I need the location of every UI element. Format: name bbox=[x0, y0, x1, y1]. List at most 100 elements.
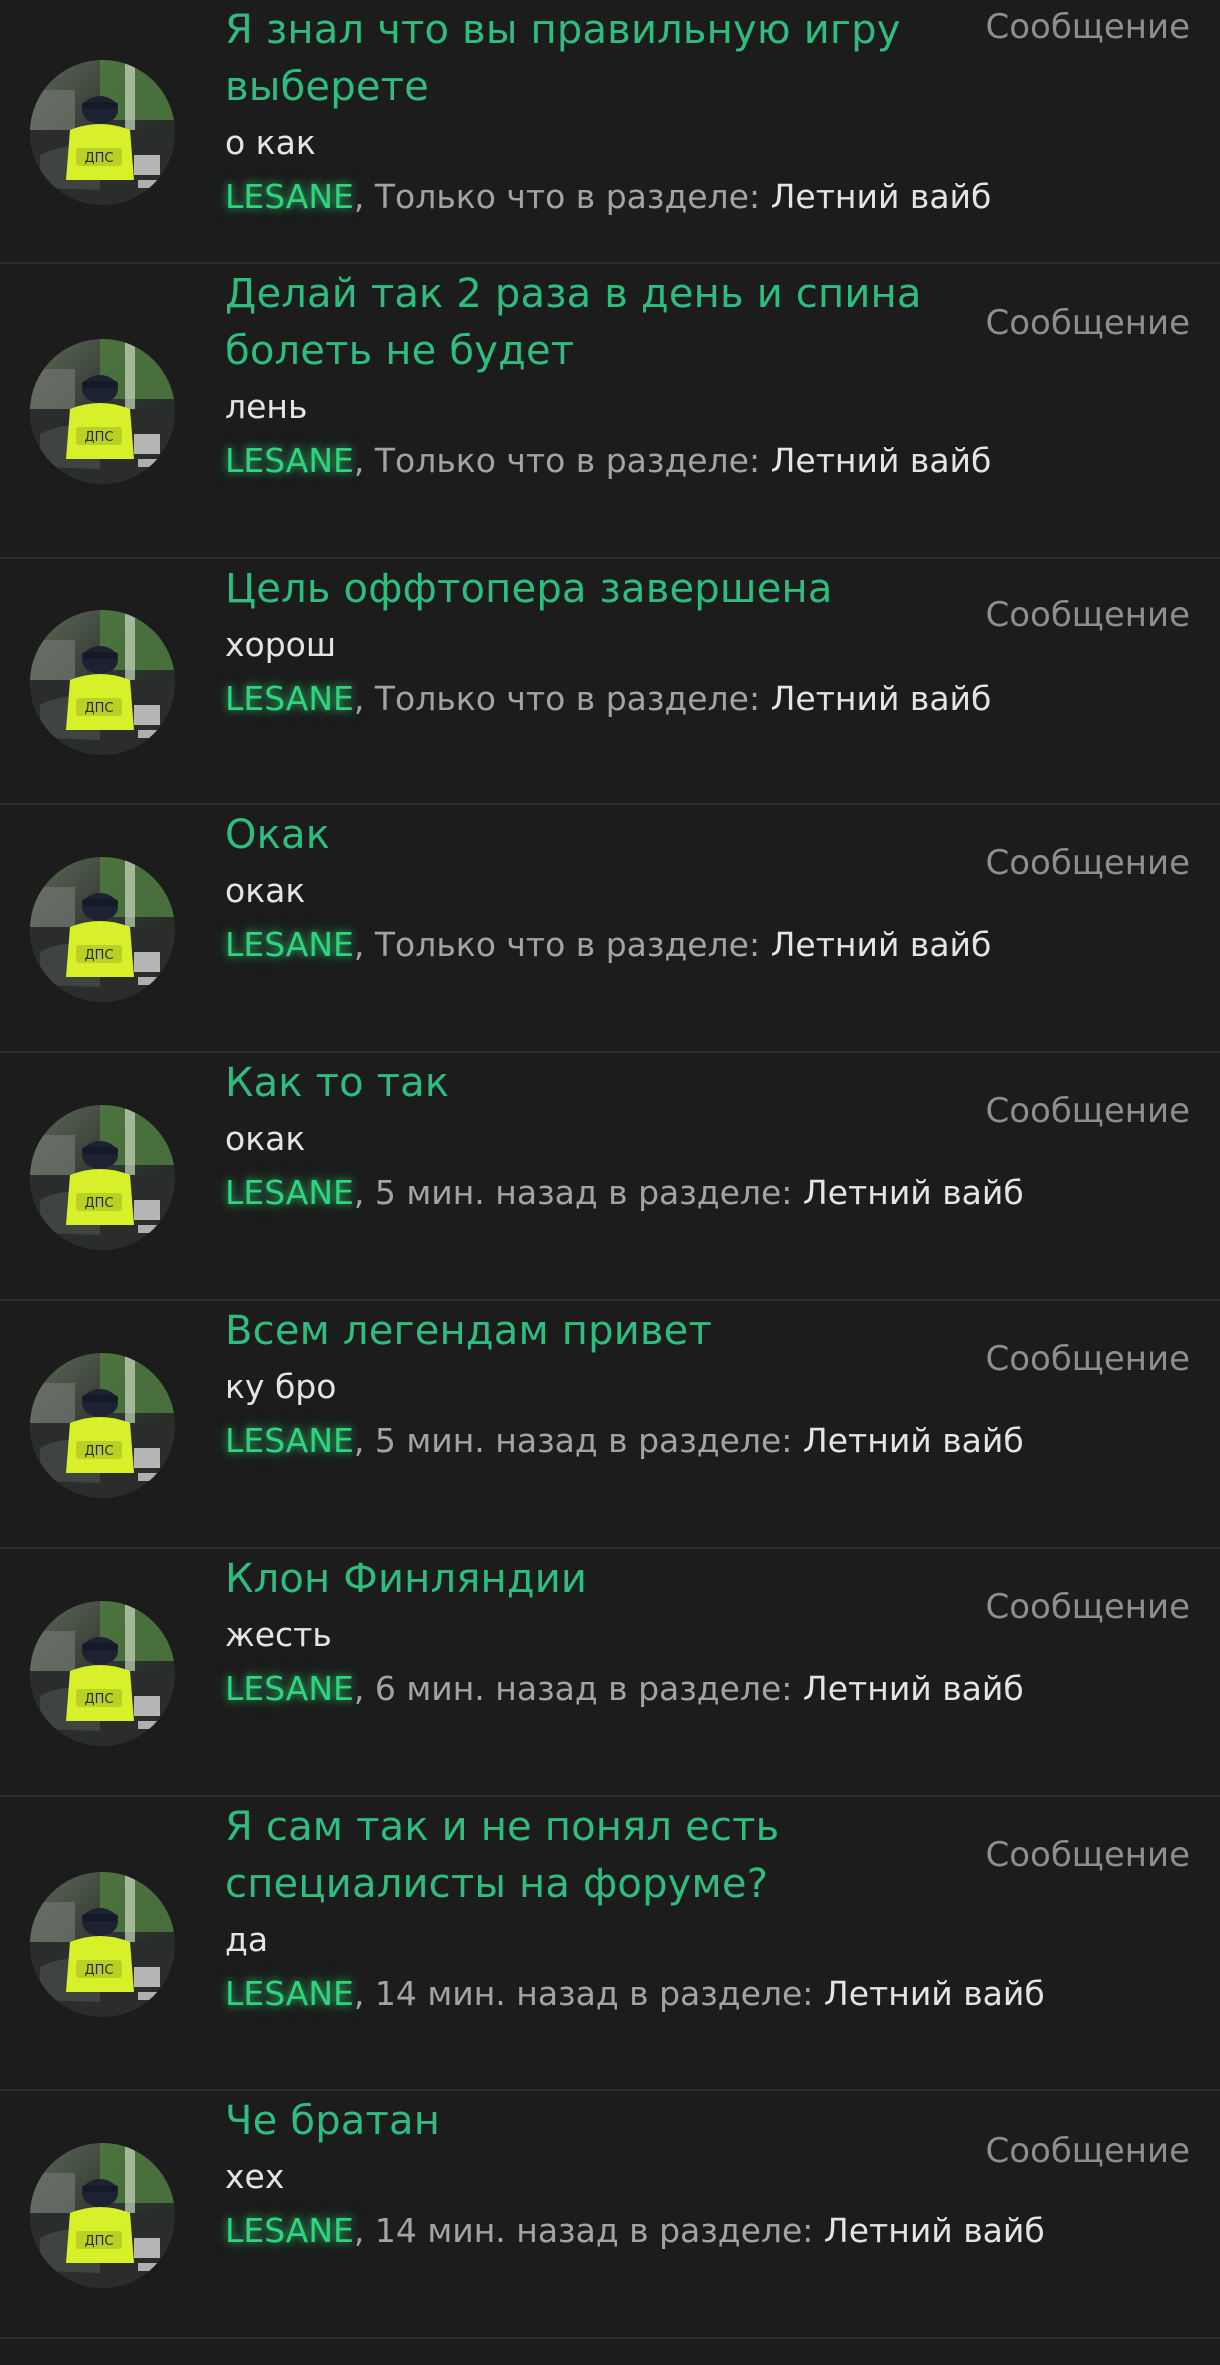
user-avatar-icon: ДПС bbox=[30, 1601, 175, 1746]
svg-text:ДПС: ДПС bbox=[84, 1196, 113, 1211]
item-meta: LESANE, Только что в разделе: Летний вай… bbox=[225, 433, 991, 488]
svg-text:ДПС: ДПС bbox=[84, 1963, 113, 1978]
item-meta: LESANE, Только что в разделе: Летний вай… bbox=[225, 917, 991, 972]
item-meta: LESANE, 5 мин. назад в разделе: Летний в… bbox=[225, 1165, 1024, 1220]
feed-item[interactable]: ДПС Делай так 2 раза в день и спина болет… bbox=[0, 264, 1220, 559]
user-avatar-icon: ДПС bbox=[30, 60, 175, 205]
thread-title[interactable]: Цель оффтопера завершена bbox=[225, 561, 965, 618]
svg-text:ДПС: ДПС bbox=[84, 948, 113, 963]
author-link[interactable]: LESANE bbox=[225, 441, 354, 480]
item-meta: LESANE, Только что в разделе: Летний вай… bbox=[225, 671, 991, 726]
item-content: Делай так 2 раза в день и спина болеть не… bbox=[225, 266, 991, 488]
feed-item[interactable]: ДПС Я сам так и не понял есть специалисты… bbox=[0, 1797, 1220, 2091]
section-link[interactable]: Летний вайб bbox=[824, 1974, 1045, 2013]
author-link[interactable]: LESANE bbox=[225, 1421, 354, 1460]
thread-title[interactable]: Клон Финляндии bbox=[225, 1551, 965, 1608]
user-avatar-icon: ДПС bbox=[30, 857, 175, 1002]
avatar[interactable]: ДПС bbox=[30, 1105, 175, 1250]
author-link[interactable]: LESANE bbox=[225, 679, 354, 718]
author-link[interactable]: LESANE bbox=[225, 1173, 354, 1212]
thread-title[interactable]: Окак bbox=[225, 807, 965, 864]
thread-title-line[interactable]: Цель оффтопера завершена bbox=[225, 561, 965, 618]
avatar[interactable]: ДПС bbox=[30, 1601, 175, 1746]
item-content: Окак окак LESANE, Только что в разделе: … bbox=[225, 807, 991, 972]
author-link[interactable]: LESANE bbox=[225, 2211, 354, 2250]
timestamp: , 14 мин. назад в разделе: bbox=[353, 1974, 824, 2013]
content-type-label: Сообщение bbox=[985, 1587, 1191, 1627]
feed-item[interactable]: ДПС Как то так окак LESANE, 5 мин. назад… bbox=[0, 1053, 1220, 1301]
thread-title[interactable]: Делай так 2 раза в день и спина болеть не… bbox=[225, 266, 965, 380]
item-content: Как то так окак LESANE, 5 мин. назад в р… bbox=[225, 1055, 1024, 1220]
thread-title[interactable]: Я сам так и не понял есть специалисты на … bbox=[225, 1799, 965, 1913]
timestamp: , Только что в разделе: bbox=[353, 441, 771, 480]
feed-item[interactable]: ДПС Я знал что вы правильную игру выберет… bbox=[0, 0, 1220, 264]
feed-item[interactable]: ДПС Че братан хех LESANE, 14 мин. назад … bbox=[0, 2091, 1220, 2339]
svg-text:ДПС: ДПС bbox=[84, 430, 113, 445]
thread-title-line[interactable]: Всем легендам привет bbox=[225, 1303, 965, 1360]
message-preview: о как bbox=[225, 123, 316, 162]
feed-item[interactable]: ДПС Цель оффтопера завершена хорош LESAN… bbox=[0, 559, 1220, 805]
thread-title-line[interactable]: выберете bbox=[225, 59, 965, 116]
user-avatar-icon: ДПС bbox=[30, 1105, 175, 1250]
section-link[interactable]: Летний вайб bbox=[771, 177, 992, 216]
avatar[interactable]: ДПС bbox=[30, 60, 175, 205]
author-link[interactable]: LESANE bbox=[225, 925, 354, 964]
item-meta: LESANE, 6 мин. назад в разделе: Летний в… bbox=[225, 1661, 1024, 1716]
svg-text:ДПС: ДПС bbox=[84, 2234, 113, 2249]
item-content: Цель оффтопера завершена хорош LESANE, Т… bbox=[225, 561, 991, 726]
feed-item[interactable]: ДПС Всем легендам привет ку бро LESANE, … bbox=[0, 1301, 1220, 1549]
message-preview: хорош bbox=[225, 625, 337, 664]
content-type-label: Сообщение bbox=[985, 7, 1191, 47]
message-preview: лень bbox=[225, 387, 308, 426]
section-link[interactable]: Летний вайб bbox=[771, 441, 992, 480]
section-link[interactable]: Летний вайб bbox=[771, 925, 992, 964]
thread-title[interactable]: Я знал что вы правильную игру выберете bbox=[225, 2, 965, 116]
thread-title-line[interactable]: болеть не будет bbox=[225, 323, 965, 380]
thread-title-line[interactable]: Я сам так и не понял есть bbox=[225, 1799, 965, 1856]
avatar[interactable]: ДПС bbox=[30, 857, 175, 1002]
avatar[interactable]: ДПС bbox=[30, 1353, 175, 1498]
timestamp: , Только что в разделе: bbox=[353, 925, 771, 964]
item-content: Я знал что вы правильную игру выберете о … bbox=[225, 2, 991, 224]
feed-item[interactable]: ДПС Клон Финляндии жесть LESANE, 6 мин. … bbox=[0, 1549, 1220, 1797]
section-link[interactable]: Летний вайб bbox=[803, 1669, 1024, 1708]
thread-title-line[interactable]: Как то так bbox=[225, 1055, 965, 1112]
avatar[interactable]: ДПС bbox=[30, 610, 175, 755]
avatar[interactable]: ДПС bbox=[30, 339, 175, 484]
content-type-label: Сообщение bbox=[985, 303, 1191, 343]
user-avatar-icon: ДПС bbox=[30, 1353, 175, 1498]
item-content: Я сам так и не понял есть специалисты на … bbox=[225, 1799, 1045, 2021]
user-avatar-icon: ДПС bbox=[30, 610, 175, 755]
thread-title-line[interactable]: Клон Финляндии bbox=[225, 1551, 965, 1608]
thread-title[interactable]: Че братан bbox=[225, 2093, 965, 2150]
timestamp: , 5 мин. назад в разделе: bbox=[353, 1173, 803, 1212]
author-link[interactable]: LESANE bbox=[225, 177, 354, 216]
activity-feed: ДПС Я знал что вы правильную игру выберет… bbox=[0, 0, 1220, 2339]
section-link[interactable]: Летний вайб bbox=[824, 2211, 1045, 2250]
thread-title-line[interactable]: Окак bbox=[225, 807, 965, 864]
content-type-label: Сообщение bbox=[985, 595, 1191, 635]
thread-title-line[interactable]: Делай так 2 раза в день и спина bbox=[225, 266, 965, 323]
author-link[interactable]: LESANE bbox=[225, 1974, 354, 2013]
content-type-label: Сообщение bbox=[985, 1339, 1191, 1379]
avatar[interactable]: ДПС bbox=[30, 2143, 175, 2288]
svg-text:ДПС: ДПС bbox=[84, 151, 113, 166]
timestamp: , 5 мин. назад в разделе: bbox=[353, 1421, 803, 1460]
thread-title[interactable]: Как то так bbox=[225, 1055, 965, 1112]
thread-title[interactable]: Всем легендам привет bbox=[225, 1303, 965, 1360]
svg-text:ДПС: ДПС bbox=[84, 701, 113, 716]
section-link[interactable]: Летний вайб bbox=[803, 1421, 1024, 1460]
section-link[interactable]: Летний вайб bbox=[771, 679, 992, 718]
timestamp: , Только что в разделе: bbox=[353, 177, 771, 216]
user-avatar-icon: ДПС bbox=[30, 339, 175, 484]
thread-title-line[interactable]: Я знал что вы правильную игру bbox=[225, 2, 965, 59]
message-preview: хех bbox=[225, 2157, 285, 2196]
thread-title-line[interactable]: специалисты на форуме? bbox=[225, 1856, 965, 1913]
thread-title-line[interactable]: Че братан bbox=[225, 2093, 965, 2150]
message-preview: жесть bbox=[225, 1615, 332, 1654]
section-link[interactable]: Летний вайб bbox=[803, 1173, 1024, 1212]
feed-item[interactable]: ДПС Окак окак LESANE, Только что в разде… bbox=[0, 805, 1220, 1053]
item-meta: LESANE, 14 мин. назад в разделе: Летний … bbox=[225, 2203, 1045, 2258]
avatar[interactable]: ДПС bbox=[30, 1872, 175, 2017]
author-link[interactable]: LESANE bbox=[225, 1669, 354, 1708]
